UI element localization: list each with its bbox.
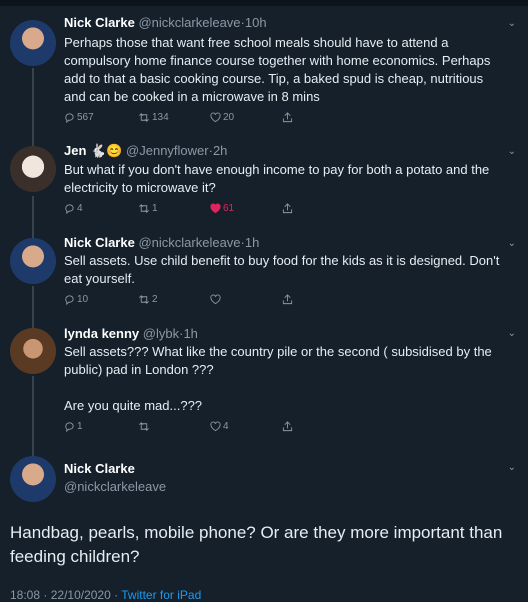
author-name[interactable]: lynda kenny — [64, 326, 139, 341]
share-icon — [282, 203, 293, 214]
reply-button[interactable]: 4 — [64, 203, 83, 215]
tweet-actions: 10 2 — [64, 294, 444, 308]
chevron-down-icon[interactable]: ⌄ — [508, 18, 516, 29]
thread-line — [32, 286, 34, 328]
reply-icon — [65, 295, 74, 306]
like-icon — [210, 112, 221, 123]
like-count: 20 — [223, 112, 235, 123]
tweet-actions: 1 4 — [64, 421, 444, 435]
share-button[interactable] — [282, 112, 293, 123]
tweet-header: Nick Clarke @nickclarkeleave·10h — [64, 15, 267, 31]
like-icon — [210, 421, 221, 432]
top-edge — [0, 0, 528, 6]
tweet-text: Perhaps those that want free school meal… — [64, 35, 491, 104]
retweet-button[interactable]: 1 — [138, 203, 158, 214]
timestamp[interactable]: 10h — [245, 15, 267, 30]
thread-line — [32, 196, 34, 240]
like-count: 61 — [223, 203, 235, 214]
like-button[interactable] — [210, 294, 223, 305]
retweet-count: 134 — [152, 112, 169, 123]
avatar[interactable] — [10, 328, 56, 374]
share-button[interactable] — [282, 203, 293, 214]
tweet-text-continued: Are you quite mad...??? — [64, 398, 203, 413]
tweet-text: Sell assets. Use child benefit to buy fo… — [64, 253, 500, 286]
author-name[interactable]: Nick Clarke — [64, 15, 135, 30]
author-handle[interactable]: @nickclarkeleave — [138, 15, 240, 30]
author-handle[interactable]: @lybk — [143, 326, 179, 341]
reply-icon — [65, 204, 74, 215]
like-button[interactable]: 20 — [210, 112, 234, 123]
tweet-actions: 4 1 61 — [64, 203, 444, 217]
like-count: 4 — [223, 421, 229, 432]
tweet-header: Nick Clarke @nickclarkeleave·1h — [64, 235, 259, 251]
author-handle[interactable]: @nickclarkeleave — [138, 235, 240, 250]
author-name[interactable]: Nick Clarke — [64, 235, 135, 250]
reply-button[interactable]: 567 — [64, 112, 94, 124]
tweet-header: Jen 🐇😊 @Jennyflower·2h — [64, 143, 227, 159]
retweet-count: 2 — [152, 294, 158, 305]
share-icon — [282, 421, 293, 432]
reply-count: 1 — [77, 421, 83, 432]
share-icon — [282, 112, 293, 123]
retweet-icon — [139, 113, 149, 122]
author-name[interactable]: Jen — [64, 143, 86, 158]
tweet-text: But what if you don't have enough income… — [64, 162, 490, 195]
author-name[interactable]: Nick Clarke — [64, 461, 166, 477]
retweet-button[interactable]: 2 — [138, 294, 158, 305]
like-icon — [210, 294, 221, 305]
retweet-icon — [139, 422, 149, 431]
reply-button[interactable]: 1 — [64, 421, 83, 433]
timestamp[interactable]: 2h — [213, 143, 227, 158]
avatar[interactable] — [10, 20, 56, 66]
name-emojis: 🐇😊 — [90, 143, 123, 158]
like-button[interactable]: 4 — [210, 421, 229, 432]
timestamp[interactable]: 1h — [245, 235, 259, 250]
reply-count: 567 — [77, 112, 94, 123]
tweet-actions: 567 134 20 — [64, 112, 444, 126]
tweet-header: lynda kenny @lybk·1h — [64, 326, 198, 342]
share-icon — [282, 294, 293, 305]
retweet-icon — [139, 295, 149, 304]
timestamp[interactable]: 1h — [183, 326, 197, 341]
chevron-down-icon[interactable]: ⌄ — [508, 328, 516, 339]
retweet-button[interactable]: 134 — [138, 112, 169, 123]
chevron-down-icon[interactable]: ⌄ — [508, 146, 516, 157]
reply-count: 10 — [77, 294, 89, 305]
reply-count: 4 — [77, 203, 83, 214]
chevron-down-icon[interactable]: ⌄ — [508, 238, 516, 249]
author-handle[interactable]: @nickclarkeleave — [64, 479, 166, 495]
reply-icon — [65, 422, 74, 433]
author-handle[interactable]: @Jennyflower — [126, 143, 209, 158]
reply-icon — [65, 113, 74, 124]
thread-line — [32, 68, 34, 146]
share-button[interactable] — [282, 421, 293, 432]
tweet-text: Sell assets??? What like the country pil… — [64, 344, 492, 377]
main-tweet-text: Handbag, pearls, mobile phone? Or are th… — [10, 523, 503, 566]
like-icon — [210, 203, 221, 214]
retweet-icon — [139, 204, 149, 213]
main-tweet-author: Nick Clarke @nickclarkeleave — [64, 461, 166, 495]
chevron-down-icon[interactable]: ⌄ — [508, 462, 516, 473]
avatar[interactable] — [10, 456, 56, 502]
avatar[interactable] — [10, 146, 56, 192]
reply-button[interactable]: 10 — [64, 294, 89, 306]
like-button[interactable]: 61 — [210, 203, 234, 214]
thread-line — [32, 376, 34, 456]
share-button[interactable] — [282, 294, 293, 305]
retweet-count: 1 — [152, 203, 158, 214]
retweet-button[interactable] — [138, 421, 152, 432]
avatar[interactable] — [10, 238, 56, 284]
